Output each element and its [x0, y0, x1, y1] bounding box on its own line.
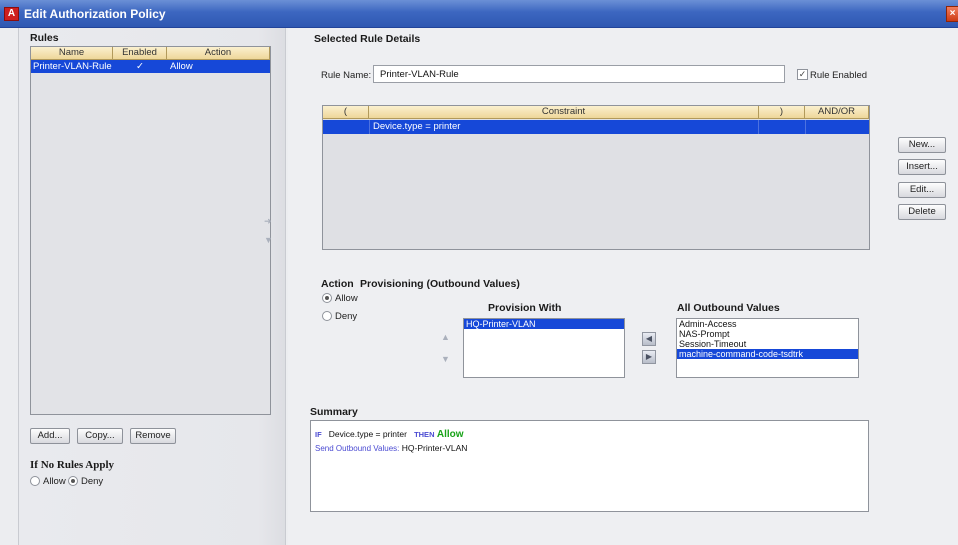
col-enabled-header[interactable]: Enabled: [113, 47, 167, 60]
action-title: Action: [321, 278, 354, 290]
summary-action: Allow: [436, 429, 464, 440]
all-outbound-title: All Outbound Values: [677, 302, 780, 314]
rule-name-field[interactable]: Printer-VLAN-Rule: [373, 65, 785, 83]
provision-with-title: Provision With: [488, 302, 562, 314]
summary-title: Summary: [310, 406, 358, 418]
add-value-arrow-icon[interactable]: ◀: [642, 332, 656, 346]
check-icon: ✓: [136, 61, 144, 72]
summary-send-label: Send Outbound Values:: [315, 444, 400, 453]
action-allow-label: Allow: [335, 293, 358, 304]
summary-panel: IF Device.type = printer THEN Allow Send…: [310, 420, 869, 512]
app-logo-icon: A: [4, 7, 19, 21]
summary-if-keyword: IF: [315, 430, 322, 439]
close-icon[interactable]: ×: [946, 6, 958, 22]
all-outbound-list[interactable]: Admin-Access NAS-Prompt Session-Timeout …: [676, 318, 859, 378]
no-rules-deny-label: Deny: [81, 476, 104, 487]
no-rules-allow-radio[interactable]: [30, 476, 40, 486]
summary-send-value: HQ-Printer-VLAN: [401, 443, 468, 453]
move-right-arrow-icon[interactable]: ➜: [264, 216, 272, 227]
constraint-cell: Device.type = printer: [373, 121, 461, 132]
list-item[interactable]: Session-Timeout: [677, 339, 858, 349]
list-item[interactable]: Admin-Access: [677, 319, 858, 329]
summary-condition: Device.type = printer: [328, 429, 407, 439]
provisioning-title: Provisioning (Outbound Values): [360, 278, 520, 290]
title-bar: A Edit Authorization Policy ×: [0, 0, 958, 28]
table-row[interactable]: Device.type = printer: [323, 120, 869, 134]
rule-details-pane: Selected Rule Details Rule Name: Printer…: [288, 28, 958, 545]
rules-pane: Rules Name Enabled Action Printer-VLAN-R…: [18, 28, 286, 545]
col-action-header[interactable]: Action: [167, 47, 270, 60]
new-constraint-button[interactable]: New...: [898, 137, 946, 153]
rule-name-cell: Printer-VLAN-Rule: [33, 61, 112, 72]
col-constraint-header[interactable]: Constraint: [369, 106, 759, 119]
col-open-paren-header[interactable]: (: [323, 106, 369, 119]
rule-enabled-label: Rule Enabled: [810, 70, 868, 81]
copy-rule-button[interactable]: Copy...: [77, 428, 123, 444]
list-item[interactable]: NAS-Prompt: [677, 329, 858, 339]
remove-value-arrow-icon[interactable]: ▶: [642, 350, 656, 364]
col-andor-header[interactable]: AND/OR: [805, 106, 869, 119]
rules-table-header: Name Enabled Action: [31, 47, 270, 60]
move-up-arrow-icon[interactable]: ▲: [441, 332, 450, 342]
provision-with-list[interactable]: HQ-Printer-VLAN: [463, 318, 625, 378]
rules-table[interactable]: Name Enabled Action Printer-VLAN-Rule ✓ …: [30, 46, 271, 415]
no-rules-deny-radio[interactable]: [68, 476, 78, 486]
action-deny-label: Deny: [335, 311, 358, 322]
edit-constraint-button[interactable]: Edit...: [898, 182, 946, 198]
add-rule-button[interactable]: Add...: [30, 428, 70, 444]
no-rules-title: If No Rules Apply: [30, 459, 115, 471]
list-item[interactable]: HQ-Printer-VLAN: [464, 319, 624, 329]
rule-enabled-checkbox[interactable]: ✓: [797, 69, 808, 80]
action-allow-radio[interactable]: [322, 293, 332, 303]
action-deny-radio[interactable]: [322, 311, 332, 321]
col-name-header[interactable]: Name: [31, 47, 113, 60]
summary-then-keyword: THEN: [414, 430, 435, 439]
move-down-arrow-icon[interactable]: ▼: [264, 235, 273, 245]
window-title: Edit Authorization Policy: [24, 7, 166, 21]
constraint-table[interactable]: ( Constraint ) AND/OR Device.type = prin…: [322, 105, 870, 250]
rules-title: Rules: [30, 32, 59, 44]
rule-action-cell: Allow: [170, 61, 193, 72]
table-row[interactable]: Printer-VLAN-Rule ✓ Allow: [31, 60, 270, 73]
rule-details-title: Selected Rule Details: [314, 33, 421, 45]
rule-name-label: Rule Name:: [321, 70, 372, 81]
col-close-paren-header[interactable]: ): [759, 106, 805, 119]
summary-send-line: Send Outbound Values: HQ-Printer-VLAN: [315, 443, 467, 453]
list-item[interactable]: machine-command-code-tsdtrk: [677, 349, 858, 359]
summary-condition-line: IF Device.type = printer THEN Allow: [315, 429, 464, 440]
no-rules-allow-label: Allow: [43, 476, 66, 487]
delete-constraint-button[interactable]: Delete: [898, 204, 946, 220]
move-down-list-arrow-icon[interactable]: ▼: [441, 354, 450, 364]
constraint-table-header: ( Constraint ) AND/OR: [323, 106, 869, 119]
remove-rule-button[interactable]: Remove: [130, 428, 176, 444]
dialog-body: Rules Name Enabled Action Printer-VLAN-R…: [0, 28, 958, 545]
insert-constraint-button[interactable]: Insert...: [898, 159, 946, 175]
